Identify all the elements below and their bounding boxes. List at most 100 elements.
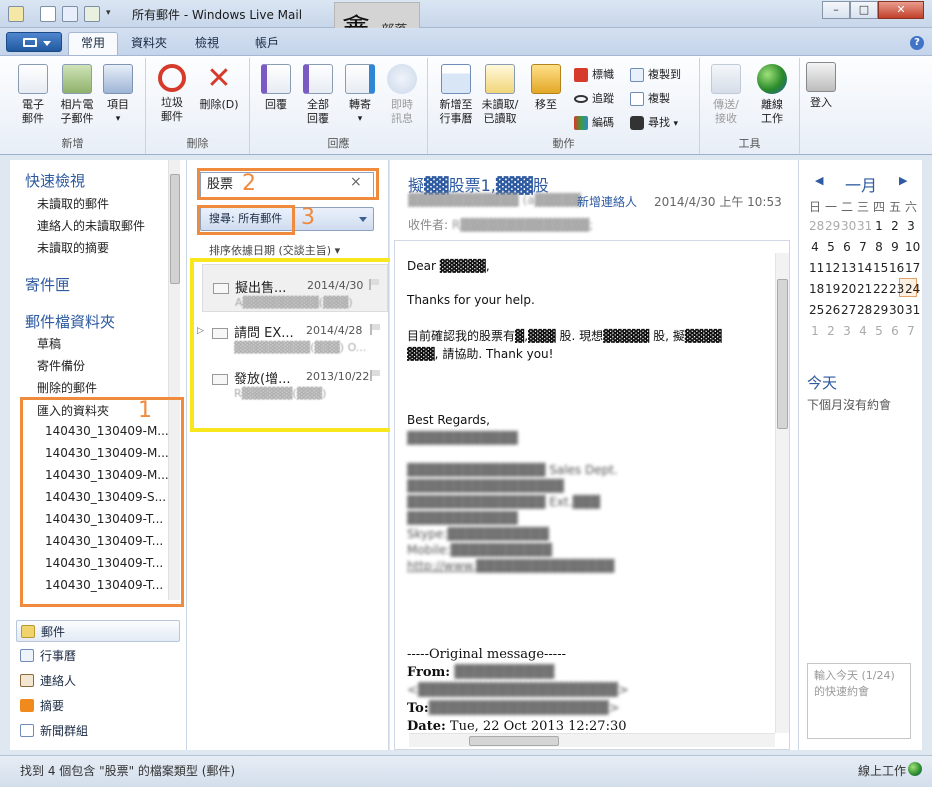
maximize-button[interactable]: □ bbox=[850, 1, 878, 19]
section-newsgroups[interactable]: 新聞群組 bbox=[16, 720, 180, 742]
delete-button[interactable]: ✕ 刪除(D) bbox=[194, 64, 244, 112]
body-scroll-thumb[interactable] bbox=[777, 279, 788, 429]
calendar-day[interactable]: 7 bbox=[905, 324, 917, 338]
folder-unread-mail[interactable]: 未讀取的郵件 bbox=[37, 195, 109, 212]
tab-accounts[interactable]: 帳戶 bbox=[244, 34, 290, 55]
folder-drafts[interactable]: 草稿 bbox=[37, 335, 61, 352]
section-contacts[interactable]: 連絡人 bbox=[16, 670, 180, 692]
quick-views-header[interactable]: 快速檢視 bbox=[25, 170, 85, 191]
folder-unread-contacts[interactable]: 連絡人的未讀取郵件 bbox=[37, 217, 145, 234]
calendar-day[interactable]: 30 bbox=[889, 303, 904, 317]
copy-to-button[interactable]: 複製到 bbox=[630, 66, 681, 84]
folder-unread-feeds[interactable]: 未讀取的摘要 bbox=[37, 239, 109, 256]
calendar-day[interactable]: 9 bbox=[889, 240, 901, 254]
calendar-day[interactable]: 1 bbox=[809, 324, 821, 338]
copy-button[interactable]: 複製 bbox=[630, 90, 670, 108]
move-to-button[interactable]: 移至 bbox=[526, 64, 566, 112]
junk-button[interactable]: 垃圾 郵件 bbox=[152, 64, 192, 124]
calendar-day[interactable]: 10 bbox=[905, 240, 920, 254]
prev-month-button[interactable]: ◀ bbox=[815, 174, 823, 187]
calendar-day[interactable]: 31 bbox=[857, 219, 872, 233]
calendar-day[interactable]: 28 bbox=[809, 219, 824, 233]
new-items-button[interactable]: 項目 ▾ bbox=[100, 64, 136, 126]
add-to-calendar-button[interactable]: 新增至 行事曆 bbox=[434, 64, 478, 126]
calendar-day[interactable]: 7 bbox=[857, 240, 869, 254]
calendar-day[interactable]: 11 bbox=[809, 261, 824, 275]
message-body-scrollbar[interactable] bbox=[775, 253, 789, 733]
calendar-day[interactable]: 5 bbox=[825, 240, 837, 254]
calendar-day[interactable]: 3 bbox=[905, 219, 917, 233]
app-icon[interactable] bbox=[8, 6, 24, 22]
message-body-hscrollbar[interactable] bbox=[409, 733, 775, 747]
send-receive-button[interactable]: 傳送/ 接收 bbox=[704, 64, 748, 126]
send-receive-quick-icon[interactable] bbox=[84, 6, 100, 22]
calendar-day[interactable]: 19 bbox=[825, 282, 840, 296]
calendar-day[interactable]: 24 bbox=[905, 282, 920, 296]
instant-message-button[interactable]: 即時 訊息 bbox=[382, 64, 422, 126]
sign-in-button[interactable]: 登入 bbox=[806, 62, 836, 110]
calendar-day[interactable]: 3 bbox=[841, 324, 853, 338]
calendar-day[interactable]: 17 bbox=[905, 261, 920, 275]
calendar-day[interactable]: 18 bbox=[809, 282, 824, 296]
calendar-day[interactable]: 12 bbox=[825, 261, 840, 275]
signature-link[interactable]: http://www.▓▓▓▓▓▓▓▓▓▓▓▓▓▓▓ bbox=[407, 559, 614, 573]
calendar-day[interactable]: 29 bbox=[825, 219, 840, 233]
section-feeds[interactable]: 摘要 bbox=[16, 695, 180, 717]
calendar-day[interactable]: 1 bbox=[873, 219, 885, 233]
work-offline-button[interactable]: 離線 工作 bbox=[750, 64, 794, 126]
reply-button[interactable]: 回覆 bbox=[256, 64, 296, 112]
help-icon[interactable]: ? bbox=[910, 36, 924, 50]
new-mail-quick-icon[interactable] bbox=[40, 6, 56, 22]
calendar-day[interactable]: 30 bbox=[841, 219, 856, 233]
calendar-day[interactable]: 4 bbox=[809, 240, 821, 254]
storage-folders-header[interactable]: 郵件檔資料夾 bbox=[25, 311, 115, 332]
calendar-day[interactable]: 6 bbox=[841, 240, 853, 254]
reply-all-button[interactable]: 全部 回覆 bbox=[298, 64, 338, 126]
tab-folders[interactable]: 資料夾 bbox=[124, 34, 174, 55]
close-button[interactable]: ✕ bbox=[878, 1, 924, 19]
calendar-day[interactable]: 2 bbox=[889, 219, 901, 233]
calendar-day[interactable]: 6 bbox=[889, 324, 901, 338]
add-contact-link[interactable]: 新增連絡人 bbox=[577, 193, 637, 210]
encoding-button[interactable]: 編碼 bbox=[574, 114, 614, 132]
section-calendar[interactable]: 行事曆 bbox=[16, 645, 180, 667]
folder-sent[interactable]: 寄件備份 bbox=[37, 357, 85, 374]
calendar-day[interactable]: 21 bbox=[857, 282, 872, 296]
minimize-button[interactable]: – bbox=[822, 1, 850, 19]
calendar-day[interactable]: 27 bbox=[841, 303, 856, 317]
calendar-day[interactable]: 31 bbox=[905, 303, 920, 317]
find-button[interactable]: 尋找 bbox=[630, 114, 678, 132]
next-month-button[interactable]: ▶ bbox=[899, 174, 907, 187]
section-mail[interactable]: 郵件 bbox=[16, 620, 180, 642]
unread-read-button[interactable]: 未讀取/ 已讀取 bbox=[478, 64, 522, 126]
calendar-day[interactable]: 2 bbox=[825, 324, 837, 338]
calendar-day[interactable]: 28 bbox=[857, 303, 872, 317]
calendar-day[interactable]: 20 bbox=[841, 282, 856, 296]
customize-quick-access-icon[interactable]: ▾ bbox=[106, 8, 111, 18]
calendar-day[interactable]: 13 bbox=[841, 261, 856, 275]
calendar-day[interactable]: 15 bbox=[873, 261, 888, 275]
calendar-day[interactable]: 5 bbox=[873, 324, 885, 338]
calendar-day[interactable]: 8 bbox=[873, 240, 885, 254]
outbox-header[interactable]: 寄件匣 bbox=[25, 274, 70, 295]
flag-button[interactable]: 標幟 bbox=[574, 66, 614, 84]
online-status[interactable]: 線上工作 bbox=[858, 762, 906, 779]
folder-scroll-thumb[interactable] bbox=[170, 174, 180, 284]
calendar-day[interactable]: 25 bbox=[809, 303, 824, 317]
email-message-button[interactable]: 電子 郵件 bbox=[12, 64, 54, 126]
calendar-day[interactable]: 23 bbox=[889, 282, 904, 296]
calendar-day[interactable]: 14 bbox=[857, 261, 872, 275]
watch-button[interactable]: 追蹤 bbox=[574, 90, 614, 108]
calendar-day[interactable]: 26 bbox=[825, 303, 840, 317]
photo-email-button[interactable]: 相片電 子郵件 bbox=[56, 64, 98, 126]
tab-home[interactable]: 常用 bbox=[68, 32, 118, 56]
calendar-day[interactable]: 29 bbox=[873, 303, 888, 317]
calendar-day[interactable]: 22 bbox=[873, 282, 888, 296]
calendar-day[interactable]: 4 bbox=[857, 324, 869, 338]
tab-view[interactable]: 檢視 bbox=[184, 34, 230, 55]
body-hscroll-thumb[interactable] bbox=[469, 736, 559, 746]
folder-deleted[interactable]: 刪除的郵件 bbox=[37, 379, 97, 396]
app-menu-button[interactable] bbox=[6, 32, 62, 52]
quick-appointment-input[interactable]: 輸入今天 (1/24) 的快速約會 bbox=[807, 663, 911, 739]
reply-quick-icon[interactable] bbox=[62, 6, 78, 22]
